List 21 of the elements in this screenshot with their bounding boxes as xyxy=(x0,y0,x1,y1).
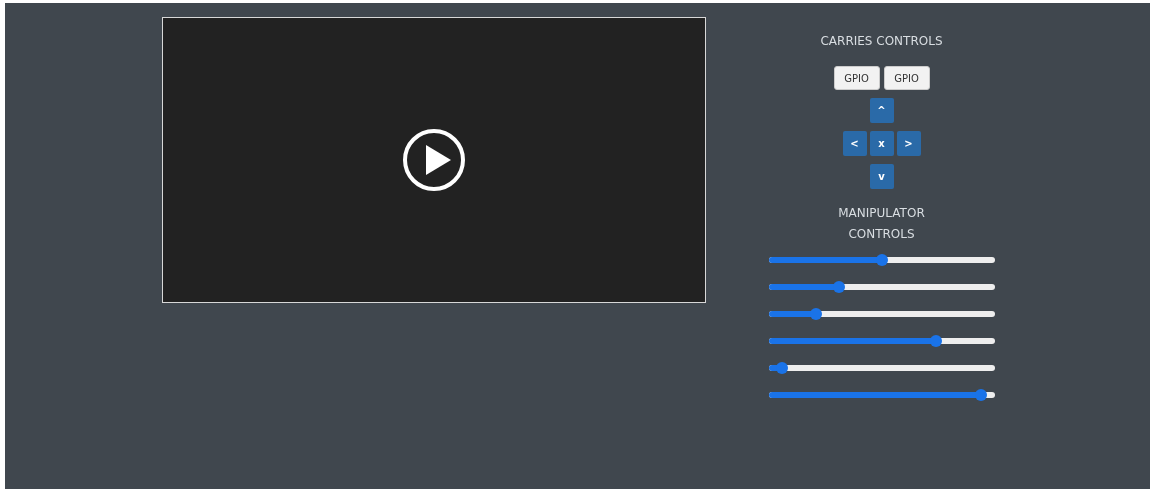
slider-thumb[interactable] xyxy=(809,308,822,320)
left-button[interactable]: < xyxy=(842,131,867,156)
slider-track[interactable] xyxy=(768,257,995,263)
play-icon[interactable] xyxy=(402,128,466,192)
gpio-button[interactable]: GPIO xyxy=(883,66,930,90)
slider-thumb[interactable] xyxy=(974,389,987,401)
slider-thumb[interactable] xyxy=(776,362,789,374)
slider-thumb[interactable] xyxy=(832,281,845,293)
gpio-button[interactable]: GPIO xyxy=(833,66,880,90)
slider-track[interactable] xyxy=(768,338,995,344)
down-button[interactable]: v xyxy=(869,164,894,189)
slider-track[interactable] xyxy=(768,284,995,290)
up-button[interactable]: ^ xyxy=(869,98,894,123)
slider-track[interactable] xyxy=(768,365,995,371)
slider-thumb[interactable] xyxy=(875,254,888,266)
section-title: MANIPULATOR CONTROLS xyxy=(837,205,926,243)
stop-button[interactable]: x xyxy=(869,131,894,156)
slider-track[interactable] xyxy=(768,311,995,317)
section-title: CARRIES CONTROLS xyxy=(820,34,943,48)
right-button[interactable]: > xyxy=(896,131,921,156)
slider-thumb[interactable] xyxy=(929,335,942,347)
